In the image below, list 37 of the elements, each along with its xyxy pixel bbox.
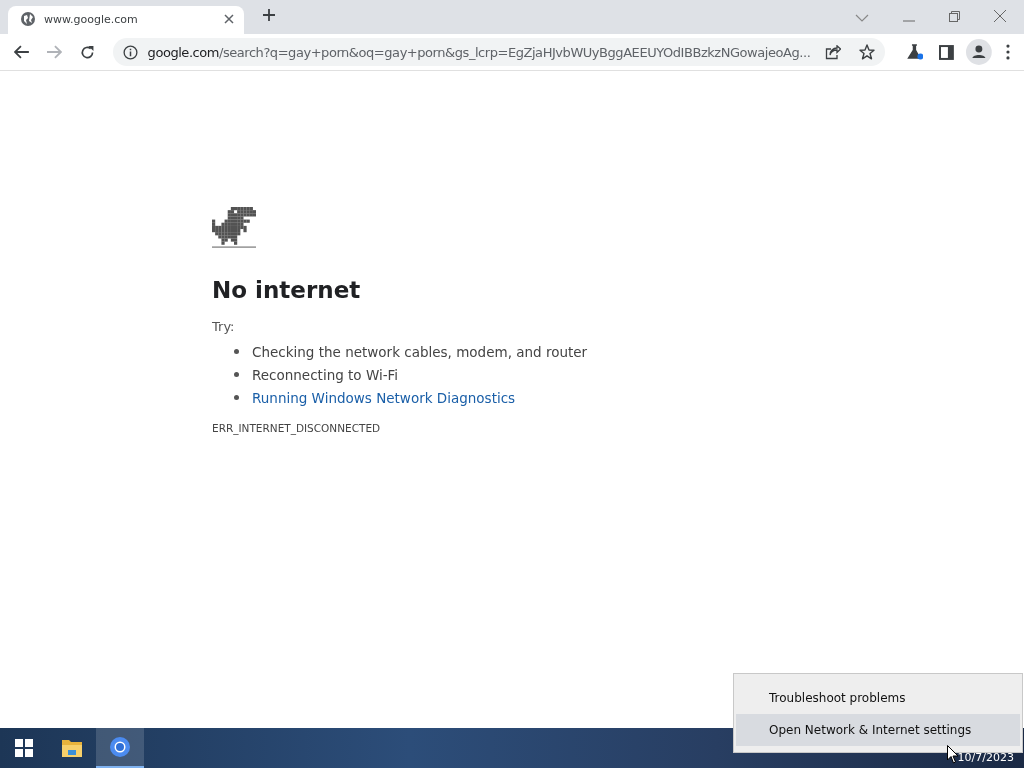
- globe-icon: [20, 11, 36, 27]
- menu-item[interactable]: Troubleshoot problems: [736, 682, 1020, 714]
- profile-icon[interactable]: [966, 39, 993, 65]
- back-icon[interactable]: [14, 45, 30, 59]
- windows-logo-icon: [15, 739, 33, 757]
- close-icon[interactable]: [224, 14, 234, 24]
- chevron-down-icon[interactable]: [855, 14, 869, 22]
- diagnostics-link[interactable]: Running Windows Network Diagnostics: [252, 389, 516, 406]
- mouse-cursor-icon: [947, 745, 959, 764]
- side-panel-icon[interactable]: [939, 44, 955, 60]
- error-code: ERR_INTERNET_DISCONNECTED: [212, 422, 382, 434]
- menu-icon[interactable]: [1006, 44, 1010, 60]
- browser-tab[interactable]: www.google.com: [8, 6, 244, 34]
- folder-icon: [61, 738, 83, 758]
- info-icon[interactable]: [122, 44, 138, 60]
- try-label: Try:: [212, 319, 236, 334]
- close-icon[interactable]: [994, 10, 1006, 22]
- bullet-icon: [234, 372, 239, 377]
- suggestion-text: Reconnecting to Wi-Fi: [252, 366, 399, 383]
- browser-taskbar-button[interactable]: [96, 728, 144, 768]
- address-bar[interactable]: google.com/search?q=gay+porn&oq=gay+porn&gs_lcrp=EgZjaHJvbWUyBggAEEUYOdIBBzkzNGowajeoAg...: [112, 38, 885, 66]
- dinosaur-icon: [212, 207, 256, 251]
- restore-icon[interactable]: [949, 11, 960, 22]
- reload-icon[interactable]: [79, 44, 95, 60]
- browser-icon: [109, 736, 131, 758]
- taskbar-date: 10/7/2023: [957, 750, 1014, 764]
- menu-item[interactable]: Open Network & Internet settings: [736, 714, 1020, 746]
- bullet-icon: [234, 349, 239, 354]
- suggestion-text: Checking the network cables, modem, and router: [252, 343, 588, 360]
- bullet-icon: [234, 395, 239, 400]
- tab-title: www.google.com: [44, 12, 139, 26]
- share-icon[interactable]: [824, 44, 841, 60]
- new-tab-icon[interactable]: [262, 8, 276, 22]
- error-title: No internet: [212, 277, 362, 303]
- url-text: google.com/search?q=gay+porn&oq=gay+porn&gs_lcrp=EgZjaHJvbWUyBggAEEUYOdIBBzkzNGowajeoAg...: [147, 44, 812, 60]
- star-icon[interactable]: [858, 44, 875, 60]
- flask-icon[interactable]: [906, 44, 924, 60]
